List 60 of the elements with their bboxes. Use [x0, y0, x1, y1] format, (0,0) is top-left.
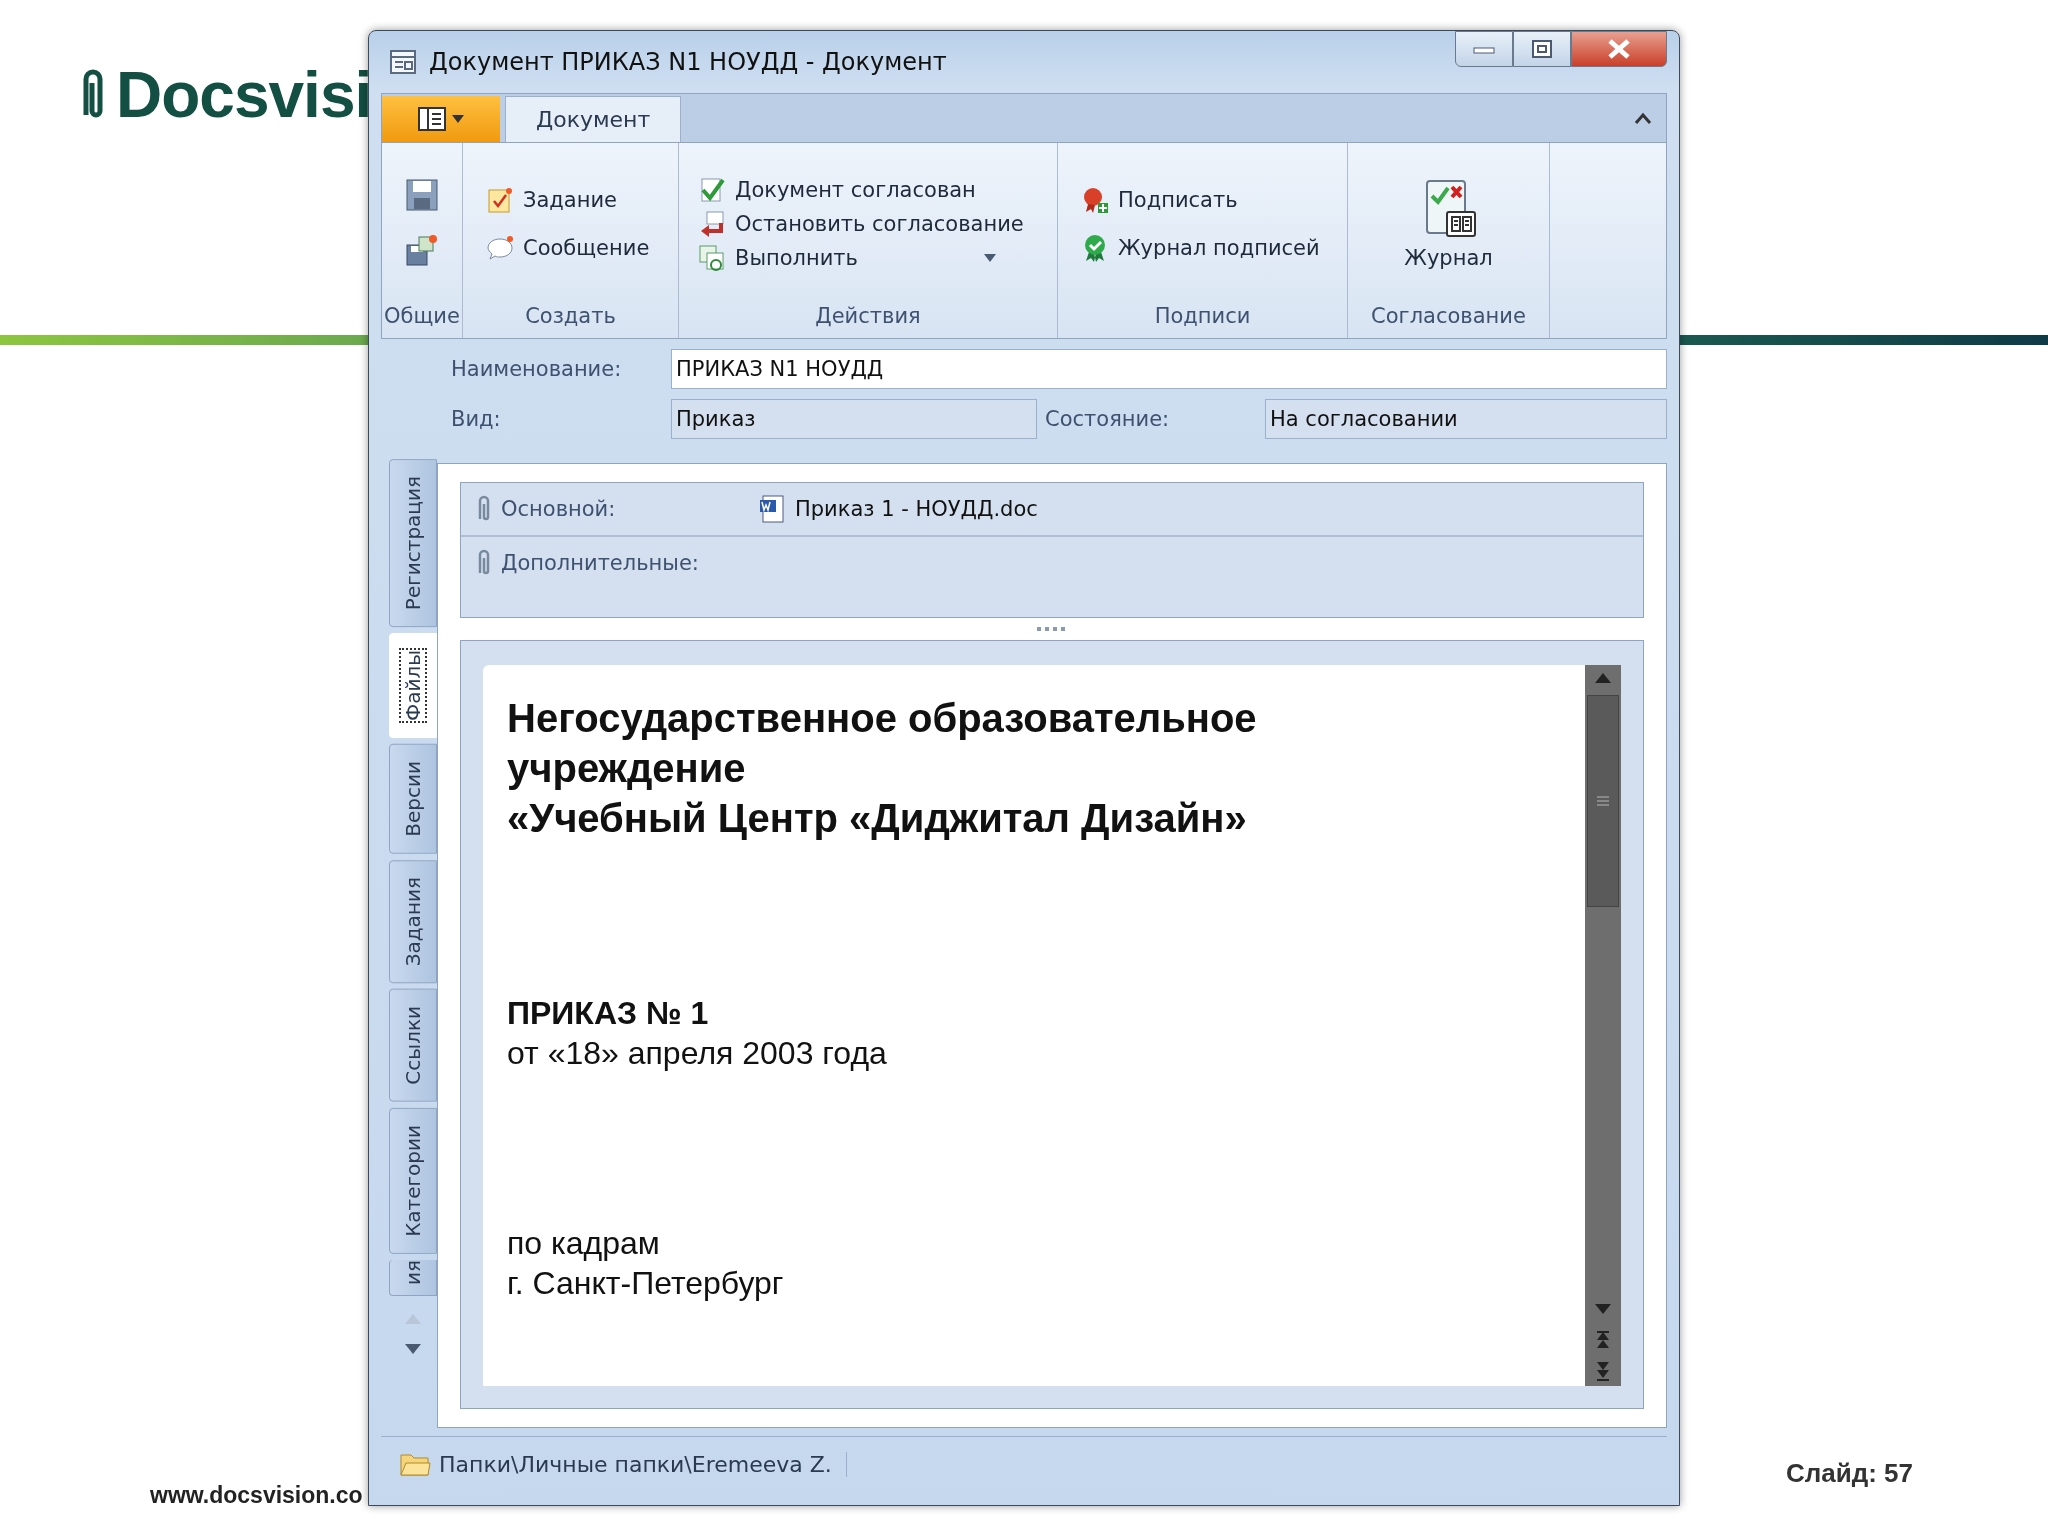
text-field[interactable]: ПРИКАЗ N1 НОУДД	[671, 349, 1667, 389]
field-label: Наименование:	[451, 357, 623, 381]
dropdown-caret-icon	[984, 253, 996, 262]
slide-number: Слайд: 57	[1786, 1458, 1914, 1489]
scroll-down-icon[interactable]	[405, 1343, 421, 1354]
minimize-icon	[1473, 44, 1495, 54]
group-label: Действия	[814, 304, 922, 330]
close-icon	[1607, 38, 1631, 60]
document-heading: Негосударственное образовательное учреждение	[507, 695, 1258, 792]
document-heading: «Учебный Центр «Диджитал Дизайн»	[507, 795, 1248, 842]
group-label: Подписи	[1153, 304, 1252, 330]
caret-icon	[452, 115, 464, 123]
document-text: по кадрам	[507, 1224, 661, 1263]
group-label: Согласование	[1370, 304, 1527, 330]
side-tab[interactable]: Файлы	[389, 633, 437, 739]
text-field[interactable]: Приказ	[671, 399, 1037, 439]
side-tab[interactable]: Ссылки	[389, 989, 437, 1102]
side-tab[interactable]: ия	[389, 1259, 437, 1296]
document-title: ПРИКАЗ № 1	[507, 994, 710, 1033]
maximize-button[interactable]	[1513, 31, 1571, 67]
app-menu-button[interactable]	[382, 96, 500, 142]
ribbon-tab[interactable]: Документ	[505, 96, 682, 142]
side-tab[interactable]: Регистрация	[389, 459, 437, 628]
side-tab[interactable]: Задания	[389, 859, 437, 984]
refresh-document-icon	[697, 242, 727, 273]
field-label: Состояние:	[1044, 407, 1171, 431]
folder-path: Папки\Личные папки\Eremeeva Z.	[439, 1451, 847, 1477]
ribbon-button[interactable]: Подписать	[1072, 180, 1333, 219]
close-button[interactable]	[1571, 31, 1667, 67]
document-text: от «18» апреля 2003 года	[507, 1034, 888, 1073]
ribbon-button[interactable]: Задание	[477, 180, 664, 219]
attachment-label: Основной:	[501, 497, 617, 521]
folder-icon	[399, 1451, 431, 1477]
ribbon-button[interactable]: Журнал подписей	[1072, 228, 1333, 267]
panel-layout-icon	[418, 107, 446, 131]
grip-icon	[1596, 794, 1610, 808]
side-tab[interactable]: Версии	[389, 744, 437, 854]
file-link[interactable]: Приказ 1 - НОУДД.doc	[795, 497, 1038, 521]
collapse-ribbon-icon[interactable]	[1634, 111, 1652, 125]
ribbon-button[interactable]: Выполнить	[693, 242, 1043, 273]
side-tab[interactable]: Категории	[389, 1107, 437, 1254]
website-url: www.docsvision.co	[150, 1482, 363, 1509]
ribbon-button[interactable]: Сообщение	[477, 228, 664, 267]
window-title: Документ ПРИКАЗ N1 НОУДД - Документ	[429, 48, 948, 76]
document-text: г. Санкт-Петербург	[507, 1264, 785, 1303]
logo-text: Docsvisi	[116, 58, 372, 132]
ribbon-button[interactable]: Журнал	[1362, 173, 1535, 274]
ribbon-button[interactable]: Остановить согласование	[693, 208, 1043, 239]
window-form-icon	[389, 48, 417, 76]
group-label: Создать	[524, 304, 617, 330]
attachment-label: Дополнительные:	[501, 551, 700, 575]
maximize-icon	[1531, 39, 1553, 59]
word-document-icon	[759, 494, 787, 524]
splitter-grip-icon[interactable]	[1037, 627, 1067, 631]
ribbon-button[interactable]: Документ согласован	[693, 174, 1043, 205]
text-field[interactable]: На согласовании	[1265, 399, 1667, 439]
scrollbar[interactable]	[1585, 665, 1621, 1386]
group-label: Общие	[383, 304, 461, 330]
field-label: Вид:	[451, 407, 502, 431]
minimize-button[interactable]	[1455, 31, 1513, 67]
